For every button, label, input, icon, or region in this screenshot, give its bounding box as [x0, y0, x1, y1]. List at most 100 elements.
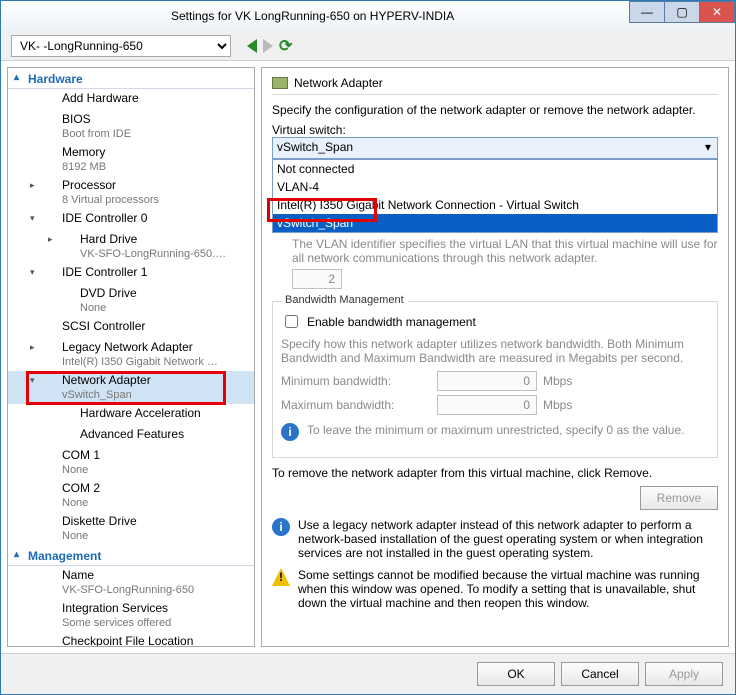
min-bw-input — [437, 371, 537, 391]
tree-item-icon — [60, 233, 76, 249]
tree-item-label: Hard Drive — [80, 232, 137, 246]
vlan-id-input — [292, 269, 342, 289]
enable-bandwidth-checkbox[interactable]: Enable bandwidth management — [281, 312, 709, 331]
tree-item[interactable]: Checkpoint File LocationF:\Vineeth-VMs\S… — [8, 632, 254, 647]
tree-item[interactable]: ▸ Processor 8 Virtual processors — [8, 176, 254, 209]
hardware-header[interactable]: Hardware — [8, 68, 254, 89]
network-adapter-icon — [272, 77, 288, 89]
info-icon: i — [272, 518, 290, 536]
expander-icon[interactable] — [30, 91, 42, 93]
tree-item-icon — [60, 407, 76, 423]
minimize-button[interactable]: — — [629, 1, 665, 23]
tree-item-label: Add Hardware — [62, 91, 139, 105]
tree-item-sub: 8 Virtual processors — [62, 194, 159, 206]
max-bw-label: Maximum bandwidth: — [281, 398, 431, 412]
expander-icon[interactable] — [30, 514, 42, 516]
tree-item-icon — [42, 320, 58, 336]
tree-item-sub: VK-SFO-LongRunning-650.… — [80, 248, 226, 260]
expander-icon[interactable] — [30, 145, 42, 147]
titlebar: Settings for VK LongRunning-650 on HYPER… — [1, 1, 735, 31]
virtual-switch-dropdown[interactable]: Not connected VLAN-4 Intel(R) I350 Gigab… — [272, 159, 718, 233]
tree-item[interactable]: ▸ Hard Drive VK-SFO-LongRunning-650.… — [8, 230, 254, 263]
tree-item[interactable]: Integration ServicesSome services offere… — [8, 599, 254, 632]
tree-item-icon — [42, 113, 58, 129]
expander-icon[interactable] — [30, 634, 42, 636]
tree-item-label: Network Adapter — [62, 373, 151, 387]
bw-note: To leave the minimum or maximum unrestri… — [307, 423, 684, 437]
remove-hint: To remove the network adapter from this … — [272, 466, 718, 480]
expander-icon[interactable] — [30, 481, 42, 483]
nav-forward-icon — [263, 39, 273, 53]
management-header[interactable]: Management — [8, 545, 254, 566]
virtual-switch-label: Virtual switch: — [272, 123, 718, 137]
tree-item[interactable]: SCSI Controller — [8, 317, 254, 338]
vs-option[interactable]: Not connected — [273, 160, 717, 178]
vm-selector[interactable]: VK- -LongRunning-650 — [11, 35, 231, 57]
tree-item-icon — [60, 428, 76, 444]
tree-item[interactable]: DVD DriveNone — [8, 284, 254, 317]
tree-item-label: Integration Services — [62, 601, 168, 615]
tree-item-icon — [42, 179, 58, 195]
expander-icon[interactable] — [48, 286, 60, 288]
max-bw-input — [437, 395, 537, 415]
nav-back-icon[interactable] — [247, 39, 257, 53]
tree-item-icon — [42, 569, 58, 585]
tree-item[interactable]: Add Hardware — [8, 89, 254, 110]
tree-item[interactable]: ▸ Legacy Network Adapter Intel(R) I350 Gig… — [8, 338, 254, 371]
tree-item[interactable]: Memory8192 MB — [8, 143, 254, 176]
cancel-button[interactable]: Cancel — [561, 662, 639, 686]
expander-icon[interactable] — [30, 319, 42, 321]
expander-icon[interactable] — [30, 448, 42, 450]
tree-item-icon — [60, 287, 76, 303]
tree-item-icon — [42, 212, 58, 228]
tree-item-icon — [42, 266, 58, 282]
settings-tree[interactable]: Hardware Add Hardware BIOSBoot from IDEMe… — [7, 67, 255, 647]
tree-item-label: Processor — [62, 178, 116, 192]
tree-item[interactable]: ▾IDE Controller 0 — [8, 209, 254, 230]
vs-option[interactable]: VLAN-4 — [273, 178, 717, 196]
expander-icon[interactable] — [30, 112, 42, 114]
tree-item-label: DVD Drive — [80, 286, 137, 300]
tree-item[interactable]: NameVK-SFO-LongRunning-650 — [8, 566, 254, 599]
expander-icon[interactable] — [30, 568, 42, 570]
close-button[interactable]: ✕ — [699, 1, 735, 23]
expander-icon[interactable]: ▸ — [30, 178, 42, 191]
tree-item-sub: None — [62, 497, 88, 509]
tree-item-sub: Intel(R) I350 Gigabit Network … — [62, 356, 218, 368]
expander-icon[interactable]: ▾ — [30, 265, 42, 278]
expander-icon[interactable]: ▾ — [30, 211, 42, 224]
tree-item[interactable]: COM 2 None — [8, 479, 254, 512]
tree-item[interactable]: Diskette DriveNone — [8, 512, 254, 545]
expander-icon[interactable] — [48, 406, 60, 408]
virtual-switch-select[interactable]: vSwitch_Span — [272, 137, 718, 159]
ok-button[interactable]: OK — [477, 662, 555, 686]
expander-icon[interactable]: ▾ — [30, 373, 42, 386]
tree-item[interactable]: ▾ IDE Controller 1 — [8, 263, 254, 284]
tree-item[interactable]: Advanced Features — [8, 425, 254, 446]
tree-item[interactable]: BIOSBoot from IDE — [8, 110, 254, 143]
tree-item-label: COM 2 — [62, 481, 100, 495]
tree-item-sub: vSwitch_Span — [62, 389, 132, 401]
remove-button: Remove — [640, 486, 718, 510]
tree-item-label: Checkpoint File Location — [62, 634, 193, 647]
tree-item-sub: None — [62, 530, 88, 542]
content-pane: Network Adapter Specify the configuratio… — [261, 67, 729, 647]
tree-item-sub: Boot from IDE — [62, 128, 131, 140]
refresh-icon[interactable]: ⟳ — [279, 36, 292, 56]
tree-item[interactable]: ▾ Network Adapter vSwitch_Span — [8, 371, 254, 404]
expander-icon[interactable] — [30, 601, 42, 603]
tree-item[interactable]: COM 1None — [8, 446, 254, 479]
tree-item-label: IDE Controller 1 — [62, 265, 147, 279]
tree-item[interactable]: Hardware Acceleration — [8, 404, 254, 425]
expander-icon[interactable]: ▸ — [30, 340, 42, 353]
vs-option-selected[interactable]: vSwitch_Span — [273, 214, 717, 232]
vs-option[interactable]: Intel(R) I350 Gigabit Network Connection… — [273, 196, 717, 214]
maximize-button[interactable]: ▢ — [664, 1, 700, 23]
toolbar: VK- -LongRunning-650 ⟳ — [1, 31, 735, 61]
warning-icon: ! — [272, 568, 290, 586]
expander-icon[interactable] — [48, 427, 60, 429]
tree-item-icon — [42, 635, 58, 647]
expander-icon[interactable]: ▸ — [48, 232, 60, 245]
tree-item-label: Legacy Network Adapter — [62, 340, 193, 354]
settings-window: Settings for VK LongRunning-650 on HYPER… — [0, 0, 736, 695]
